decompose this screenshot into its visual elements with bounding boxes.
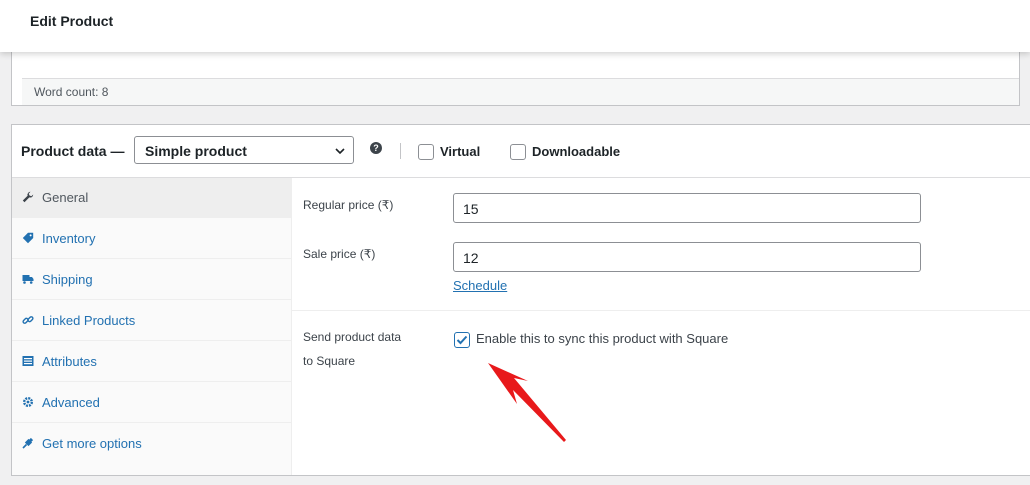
word-count: Word count: 8 [34, 85, 109, 99]
tab-get-more-options[interactable]: Get more options [12, 424, 291, 464]
tab-label: Advanced [42, 395, 100, 410]
downloadable-label: Downloadable [532, 144, 621, 159]
tab-advanced[interactable]: Advanced [12, 383, 291, 423]
wrench-icon [22, 191, 34, 203]
checkmark-icon [456, 335, 468, 345]
square-sync-label: Enable this to sync this product with Sq… [476, 331, 729, 346]
plug-icon [22, 437, 34, 449]
tab-shipping[interactable]: Shipping [12, 260, 291, 300]
square-label-line1: Send product data [303, 330, 402, 344]
top-header-bar: Edit Product [0, 0, 1030, 52]
tab-label: Shipping [42, 272, 93, 287]
help-icon[interactable]: ? [370, 142, 382, 154]
tab-label: Get more options [42, 436, 142, 451]
tab-inventory[interactable]: Inventory [12, 219, 291, 259]
word-count-bar: Word count: 8 [22, 78, 1019, 105]
square-sync-checkbox[interactable] [454, 332, 470, 348]
general-fields: Regular price (₹) 15 Sale price (₹) 12 S… [292, 178, 1030, 475]
square-label-line2: to Square [303, 354, 356, 368]
fields-divider [292, 310, 1030, 311]
regular-price-input[interactable]: 15 [453, 193, 921, 223]
product-data-header: Product data — Simple product ? Virtual … [12, 125, 1030, 178]
tab-label: General [42, 190, 89, 205]
regular-price-label: Regular price (₹) [303, 198, 394, 212]
tab-general[interactable]: General [12, 178, 291, 218]
tab-label: Linked Products [42, 313, 136, 328]
sale-price-input[interactable]: 12 [453, 242, 921, 272]
product-type-select[interactable]: Simple product [134, 136, 354, 164]
header-divider [400, 143, 401, 159]
product-type-value: Simple product [145, 143, 247, 159]
chevron-down-icon [335, 148, 345, 155]
list-icon [22, 356, 34, 366]
gear-icon [23, 397, 33, 407]
product-data-label: Product data — [21, 143, 125, 159]
downloadable-checkbox[interactable] [510, 144, 526, 160]
schedule-link[interactable]: Schedule [453, 278, 507, 293]
link-icon [22, 316, 34, 324]
virtual-label: Virtual [440, 144, 481, 159]
product-data-tabs: General Inventory Shipping Linked Produc… [12, 178, 292, 475]
tab-label: Attributes [42, 354, 97, 369]
truck-icon [22, 275, 34, 284]
tab-label: Inventory [42, 231, 96, 246]
tab-linked-products[interactable]: Linked Products [12, 301, 291, 341]
sale-price-label: Sale price (₹) [303, 247, 376, 261]
tag-icon [22, 232, 34, 244]
virtual-checkbox[interactable] [418, 144, 434, 160]
page-title: Edit Product [30, 13, 114, 29]
tab-attributes[interactable]: Attributes [12, 342, 291, 382]
annotation-arrow [488, 363, 566, 442]
